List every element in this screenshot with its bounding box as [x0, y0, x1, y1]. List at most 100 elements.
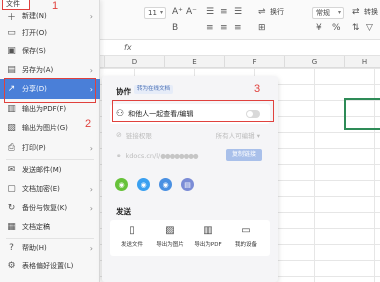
- send-file-label: 发送文件: [120, 242, 143, 248]
- permission-dropdown: 所有人可编辑 ▾: [215, 132, 260, 140]
- send-file-button[interactable]: ▯ 发送文件: [114, 224, 150, 252]
- currency-icon[interactable]: ¥: [316, 23, 322, 33]
- menu-item-label: 发送邮件(M): [22, 166, 62, 174]
- font-grow-icon[interactable]: A⁺: [172, 7, 183, 17]
- export-pdf-label: 导出为PDF: [194, 242, 222, 248]
- device-icon: ▭: [241, 225, 251, 236]
- chain-icon: ⚭: [116, 152, 122, 160]
- font-shrink-icon[interactable]: A⁻: [186, 7, 197, 17]
- column-header-g[interactable]: G: [284, 56, 344, 68]
- chevron-right-icon: ›: [89, 243, 93, 253]
- annotation-box-3: [112, 100, 274, 122]
- link-masked: ●●●●●●●●: [160, 152, 198, 160]
- menu-item-label: 文档定稿: [22, 223, 50, 231]
- collaboration-title: 协作: [116, 87, 131, 96]
- print-icon: ⎙: [7, 143, 16, 153]
- annotation-number-3: 3: [254, 83, 261, 95]
- send-file-icon: ▯: [129, 225, 135, 236]
- align-right-icon[interactable]: ≡: [234, 23, 242, 33]
- menu-item-label: 新建(N): [22, 12, 47, 20]
- menu-item-open[interactable]: ▭ 打开(O): [0, 23, 100, 43]
- image-icon: ▨: [7, 123, 16, 133]
- qq-icon: ◉: [137, 178, 150, 191]
- chevron-right-icon: ›: [89, 11, 93, 21]
- backup-icon: ↻: [7, 203, 16, 213]
- my-device-label: 我的设备: [234, 242, 257, 248]
- column-header-f[interactable]: F: [224, 56, 284, 68]
- annotation-number-2: 2: [85, 118, 92, 130]
- file-menu: 文件 ＋新建(N) › ▭ 打开(O) ▣ 保存(S) ▤ 另存为(A) › ↗ 分享(D)…: [0, 0, 100, 282]
- help-icon: ?: [9, 243, 14, 253]
- chevron-right-icon: ›: [89, 65, 93, 75]
- menu-item-help[interactable]: ? 帮助(H) ›: [0, 238, 100, 258]
- align-left-icon[interactable]: ≡: [206, 23, 214, 33]
- mail-icon: ✉: [7, 165, 16, 175]
- menu-item-save-as[interactable]: ▤ 另存为(A) ›: [0, 60, 100, 80]
- export-image-button[interactable]: ▨ 导出为图片: [152, 224, 188, 252]
- save-as-icon: ▤: [7, 65, 16, 75]
- number-format-value: 常规: [316, 9, 330, 17]
- annotation-box-1: [2, 0, 30, 10]
- menu-item-save[interactable]: ▣ 保存(S): [0, 41, 100, 61]
- menu-item-label: 打开(O): [22, 29, 47, 37]
- number-format-dropdown[interactable]: 常规 ▾: [312, 7, 344, 19]
- permission-label: 链接权限: [125, 132, 152, 140]
- open-folder-icon: ▭: [7, 28, 16, 38]
- filter-icon[interactable]: ▽: [366, 23, 373, 33]
- menu-item-label: 备份与恢复(K): [22, 204, 68, 212]
- menu-item-label: 打印(P): [22, 144, 46, 152]
- dingtalk-icon: ◉: [159, 178, 172, 191]
- align-top-icon[interactable]: ☰: [206, 7, 214, 17]
- share-link-field: ⚭ kdocs.cn/l/ ●●●●●●●●: [116, 150, 214, 162]
- align-middle-icon[interactable]: ≡: [220, 7, 228, 17]
- menu-item-label: 文档加密(E): [22, 185, 60, 193]
- menu-item-finalize[interactable]: ▦ 文档定稿: [0, 217, 100, 237]
- sort-icon[interactable]: ⇅: [352, 23, 360, 33]
- finalize-icon: ▦: [7, 222, 16, 232]
- link-permission-row: ⊘ 链接权限 所有人可编辑 ▾: [116, 129, 266, 141]
- menu-item-encrypt[interactable]: ▢ 文档加密(E) ›: [0, 179, 100, 199]
- chevron-right-icon: ›: [89, 184, 93, 194]
- font-size-dropdown[interactable]: 11 ▾: [144, 7, 166, 19]
- export-pdf-button[interactable]: ▥ 导出为PDF: [190, 224, 226, 252]
- chevron-down-icon: ▾: [337, 9, 341, 16]
- column-header-d[interactable]: D: [104, 56, 164, 68]
- new-icon: ＋: [6, 12, 16, 23]
- menu-item-label: 帮助(H): [22, 244, 47, 252]
- font-size-value: 11: [148, 9, 157, 17]
- link-prefix: kdocs.cn/l/: [125, 152, 161, 160]
- menu-item-print[interactable]: ⎙ 打印(P) ›: [0, 138, 100, 158]
- align-center-icon[interactable]: ≡: [220, 23, 228, 33]
- annotation-box-2: [4, 78, 96, 103]
- my-device-button[interactable]: ▭ 我的设备: [228, 224, 264, 252]
- bold-icon[interactable]: B: [172, 23, 178, 33]
- contact-icon: ▤: [181, 178, 194, 191]
- convert-label[interactable]: 转换: [364, 7, 378, 17]
- menu-item-backup[interactable]: ↻ 备份与恢复(K) ›: [0, 198, 100, 218]
- wrap-text-label[interactable]: 换行: [270, 7, 284, 17]
- lock-icon: ▢: [7, 184, 16, 194]
- column-header-e[interactable]: E: [164, 56, 224, 68]
- chevron-down-icon: ▾: [159, 9, 163, 16]
- percent-icon[interactable]: %: [332, 23, 341, 33]
- online-doc-badge[interactable]: 转为在线文档: [134, 85, 174, 94]
- fx-icon[interactable]: fx: [124, 43, 132, 52]
- merge-cells-icon[interactable]: ⊞: [258, 23, 266, 33]
- export-image-icon: ▨: [165, 225, 175, 236]
- menu-item-send-mail[interactable]: ✉ 发送邮件(M): [0, 160, 100, 180]
- align-bottom-icon[interactable]: ☰: [234, 7, 242, 17]
- export-pdf-icon: ▥: [203, 225, 213, 236]
- menu-item-preferences[interactable]: ⚙ 表格偏好设置(L): [0, 256, 100, 276]
- wrap-text-icon[interactable]: ⇌: [258, 7, 266, 17]
- pdf-icon: ▥: [7, 104, 16, 114]
- send-title: 发送: [116, 207, 131, 216]
- annotation-number-1: 1: [52, 0, 59, 12]
- selected-cell[interactable]: [344, 98, 380, 130]
- settings-icon: ⚙: [7, 261, 16, 271]
- menu-item-label: 输出为PDF(F): [22, 105, 67, 113]
- copy-link-button: 复制链接: [226, 149, 262, 161]
- convert-icon[interactable]: ⇄: [352, 7, 360, 17]
- save-icon: ▣: [7, 46, 16, 56]
- menu-item-label: 输出为图片(G): [22, 124, 68, 132]
- column-header-h[interactable]: H: [344, 56, 380, 68]
